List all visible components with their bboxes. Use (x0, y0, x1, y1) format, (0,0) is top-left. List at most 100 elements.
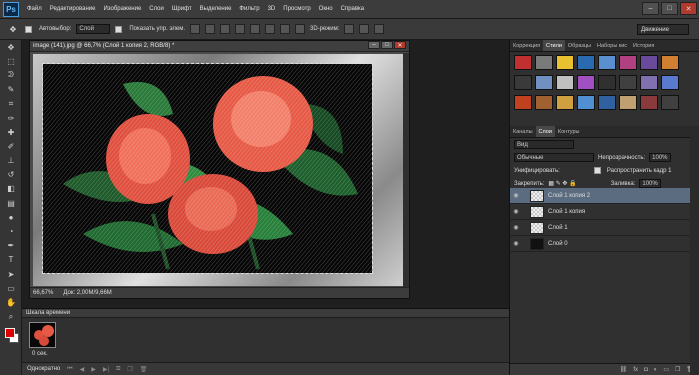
workspace-switcher[interactable]: Движение (637, 24, 689, 35)
tween-icon[interactable]: ⧉ (116, 366, 120, 373)
style-swatch[interactable] (598, 75, 616, 90)
menu-filter[interactable]: Фильтр (235, 6, 263, 12)
move-tool-icon[interactable]: ✥ (6, 23, 20, 35)
hand-tool-icon[interactable]: ✋ (0, 295, 22, 309)
new-frame-icon[interactable]: ❐ (127, 366, 132, 373)
menu-help[interactable]: Справка (337, 6, 369, 12)
show-controls-checkbox[interactable] (115, 25, 123, 33)
blend-mode-dropdown[interactable]: Обычные (514, 153, 594, 162)
play-icon[interactable]: ▶ (91, 366, 96, 373)
align-center-icon[interactable] (250, 24, 261, 34)
gradient-tool-icon[interactable]: ▤ (0, 196, 22, 210)
marquee-tool-icon[interactable]: ⬚ (0, 54, 22, 68)
frame-delay[interactable]: 0 сек. (32, 351, 48, 357)
tab-4[interactable]: История (630, 40, 657, 51)
history-brush-icon[interactable]: ↺ (0, 168, 22, 182)
style-swatch[interactable] (535, 75, 553, 90)
zoom-level[interactable]: 66,67% (33, 290, 53, 296)
style-swatch[interactable] (619, 95, 637, 110)
style-swatch[interactable] (640, 75, 658, 90)
adjustment-icon[interactable]: ◐ (654, 367, 658, 373)
style-swatch[interactable] (619, 55, 637, 70)
tab-0[interactable]: Коррекция (510, 40, 543, 51)
style-swatch[interactable] (661, 75, 679, 90)
style-swatch[interactable] (535, 95, 553, 110)
lock-pixels-icon[interactable]: ▦ ✎ ✥ 🔒 (548, 180, 576, 187)
menu-file[interactable]: Файл (23, 6, 46, 12)
layers-tab-0[interactable]: Каналы (510, 126, 536, 137)
dodge-tool-icon[interactable]: ◔ (0, 224, 22, 238)
shape-tool-icon[interactable]: ▭ (0, 281, 22, 295)
style-swatch[interactable] (577, 95, 595, 110)
first-frame-icon[interactable]: ⏮ (67, 366, 72, 373)
type-tool-icon[interactable]: T (0, 253, 22, 267)
path-select-icon[interactable]: ➤ (0, 267, 22, 281)
rose-image-canvas[interactable] (42, 63, 373, 274)
layer-filter-dropdown[interactable]: Вид (514, 140, 574, 149)
opacity-field[interactable]: 100% (649, 153, 672, 162)
group-icon[interactable]: ▭ (663, 366, 669, 373)
minimize-button[interactable]: – (642, 2, 659, 15)
fill-field[interactable]: 100% (639, 179, 662, 188)
menu-select[interactable]: Выделение (196, 6, 236, 12)
3d-roll-icon[interactable] (359, 24, 370, 34)
menu-layers[interactable]: Слои (145, 6, 168, 12)
canvas-scrollbar[interactable] (403, 53, 409, 287)
brush-tool-icon[interactable]: ✐ (0, 139, 22, 153)
frame-thumbnail[interactable] (29, 322, 56, 348)
propagate-checkbox[interactable] (593, 167, 601, 174)
blur-tool-icon[interactable]: ● (0, 210, 22, 224)
style-swatch[interactable] (514, 55, 532, 70)
autoselect-checkbox[interactable] (25, 25, 32, 33)
3d-drag-icon[interactable] (374, 24, 385, 34)
style-swatch[interactable] (556, 95, 574, 110)
layers-tab-2[interactable]: Контуры (555, 126, 583, 137)
style-swatch[interactable] (661, 95, 679, 110)
doc-minimize-button[interactable]: – (368, 41, 380, 49)
restore-button[interactable]: □ (661, 2, 678, 15)
quick-select-icon[interactable]: ✎ (0, 83, 22, 97)
menu-view[interactable]: Просмотр (279, 6, 314, 12)
style-swatch[interactable] (598, 55, 616, 70)
doc-restore-button[interactable]: □ (381, 41, 393, 49)
crop-tool-icon[interactable]: ⌗ (0, 97, 22, 111)
next-frame-icon[interactable]: ▶| (103, 366, 109, 373)
prev-frame-icon[interactable]: ◀ (80, 366, 85, 373)
menu-image[interactable]: Изображение (99, 6, 145, 12)
doc-close-button[interactable]: ✕ (394, 41, 406, 49)
tab-3[interactable]: Наборы кис (594, 40, 630, 51)
menu-type[interactable]: Шрифт (168, 6, 196, 12)
loop-dropdown[interactable]: Однократно (27, 366, 60, 372)
style-swatch[interactable] (556, 55, 574, 70)
layer-row[interactable]: ◉ Слой 0 (510, 236, 690, 252)
close-button[interactable]: ✕ (680, 2, 697, 15)
style-swatch[interactable] (640, 95, 658, 110)
tab-2[interactable]: Образцы (565, 40, 594, 51)
style-swatch[interactable] (598, 95, 616, 110)
menu-3d[interactable]: 3D (264, 6, 280, 12)
layers-tab-1[interactable]: Слои (535, 126, 555, 137)
style-swatch[interactable] (577, 75, 595, 90)
align-right-icon[interactable] (265, 24, 276, 34)
eye-icon[interactable]: ◉ (510, 224, 522, 231)
pen-tool-icon[interactable]: ✒ (0, 239, 22, 253)
lasso-tool-icon[interactable]: ᕲ (0, 68, 22, 82)
document-tab[interactable]: image (141).jpg @ 66,7% (Слой 1 копия 2,… (30, 41, 409, 52)
zoom-tool-icon[interactable]: ⌕ (0, 310, 22, 324)
style-swatch[interactable] (514, 95, 532, 110)
menu-edit[interactable]: Редактирование (46, 6, 100, 12)
align-middle-icon[interactable] (205, 24, 216, 34)
menu-window[interactable]: Окно (315, 6, 337, 12)
layer-row[interactable]: ◉ Слой 1 (510, 220, 690, 236)
add-mask-icon[interactable]: ◘ (644, 367, 648, 373)
align-bottom-icon[interactable] (220, 24, 231, 34)
new-layer-icon[interactable]: ❐ (675, 366, 680, 373)
style-swatch[interactable] (640, 55, 658, 70)
timeline-title[interactable]: Шкала времени (22, 309, 509, 318)
layer-row[interactable]: ◉ Слой 1 копия (510, 204, 690, 220)
link-layers-icon[interactable]: ⛓ (620, 366, 628, 373)
eyedropper-icon[interactable]: ✑ (0, 111, 22, 125)
eraser-tool-icon[interactable]: ◧ (0, 182, 22, 196)
eye-icon[interactable]: ◉ (510, 240, 522, 247)
autoselect-dropdown[interactable]: Слой (76, 24, 111, 34)
